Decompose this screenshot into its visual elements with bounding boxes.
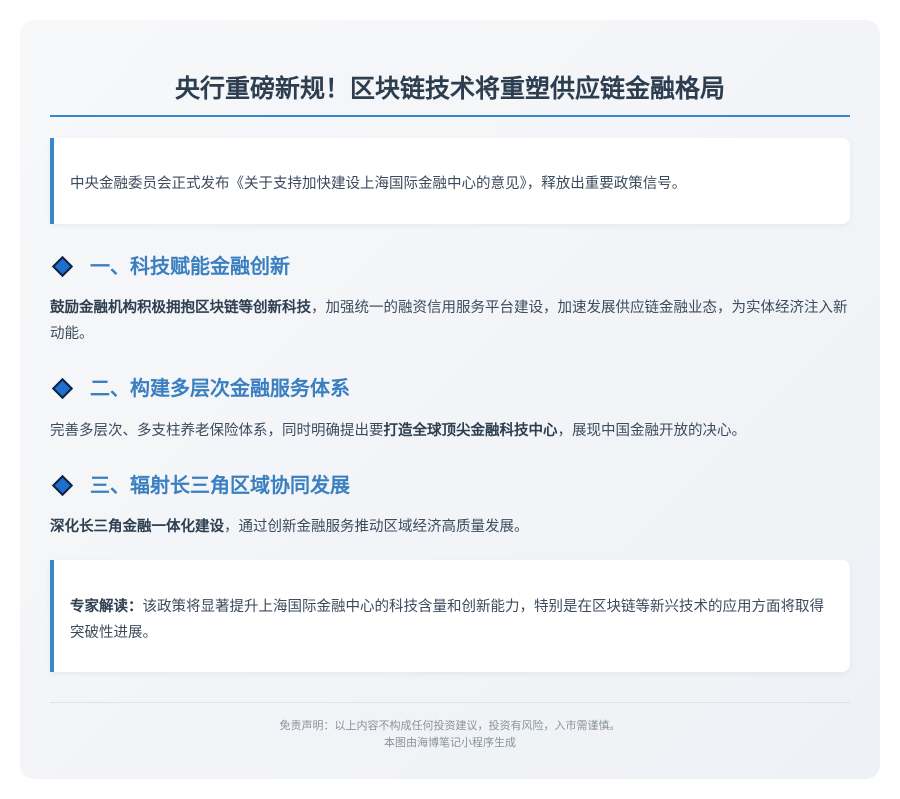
footer-disclaimer: 免责声明：以上内容不构成任何投资建议，投资有风险，入市需谨慎。 — [279, 719, 621, 732]
diamond-bullet-icon — [51, 377, 74, 399]
title-divider — [50, 115, 850, 117]
page-title: 央行重磅新规！区块链技术将重塑供应链金融格局 — [174, 74, 725, 103]
section-1-paragraph: 鼓励金融机构积极拥抱区块链等创新科技，加强统一的融资信用服务平台建设，加速发展供… — [50, 295, 852, 347]
expert-callout: 专家解读：该政策将显著提升上海国际金融中心的科技含量和创新能力，特别是在区块链等… — [50, 560, 850, 672]
expert-label: 专家解读： — [70, 599, 143, 615]
section-2-text-after: ，展现中国金融开放的决心。 — [557, 423, 747, 439]
footer-divider — [50, 702, 850, 703]
section-3-heading: 三、辐射长三角区域协同发展 — [50, 470, 350, 500]
footer: 免责声明：以上内容不构成任何投资建议，投资有风险，入市需谨慎。 本图由海博笔记小… — [50, 717, 850, 751]
intro-callout: 中央金融委员会正式发布《关于支持加快建设上海国际金融中心的意见》，释放出重要政策… — [50, 138, 850, 224]
diamond-bullet-icon — [51, 474, 74, 496]
diamond-bullet-icon — [51, 255, 74, 277]
section-1-heading: 一、科技赋能金融创新 — [50, 251, 290, 281]
section-3-title: 三、辐射长三角区域协同发展 — [90, 473, 350, 497]
section-1-bold: 鼓励金融机构积极拥抱区块链等创新科技 — [50, 300, 311, 316]
footer-generated-by: 本图由海博笔记小程序生成 — [384, 736, 516, 749]
section-3-text: ，通过创新金融服务推动区域经济高质量发展。 — [224, 519, 529, 535]
section-2-heading: 二、构建多层次金融服务体系 — [50, 373, 350, 403]
section-2-paragraph: 完善多层次、多支柱养老保险体系，同时明确提出要打造全球顶尖金融科技中心，展现中国… — [50, 418, 852, 444]
intro-text: 中央金融委员会正式发布《关于支持加快建设上海国际金融中心的意见》，释放出重要政策… — [70, 176, 687, 192]
section-3-bold: 深化长三角金融一体化建设 — [50, 519, 224, 535]
section-2-bold: 打造全球顶尖金融科技中心 — [383, 423, 558, 439]
section-3-paragraph: 深化长三角金融一体化建设，通过创新金融服务推动区域经济高质量发展。 — [50, 514, 852, 540]
section-2-text-before: 完善多层次、多支柱养老保险体系，同时明确提出要 — [50, 423, 384, 439]
article-card: 央行重磅新规！区块链技术将重塑供应链金融格局 中央金融委员会正式发布《关于支持加… — [20, 20, 880, 779]
section-2-title: 二、构建多层次金融服务体系 — [90, 376, 350, 400]
expert-text: 该政策将显著提升上海国际金融中心的科技含量和创新能力，特别是在区块链等新兴技术的… — [70, 599, 824, 641]
section-1-title: 一、科技赋能金融创新 — [90, 254, 290, 278]
